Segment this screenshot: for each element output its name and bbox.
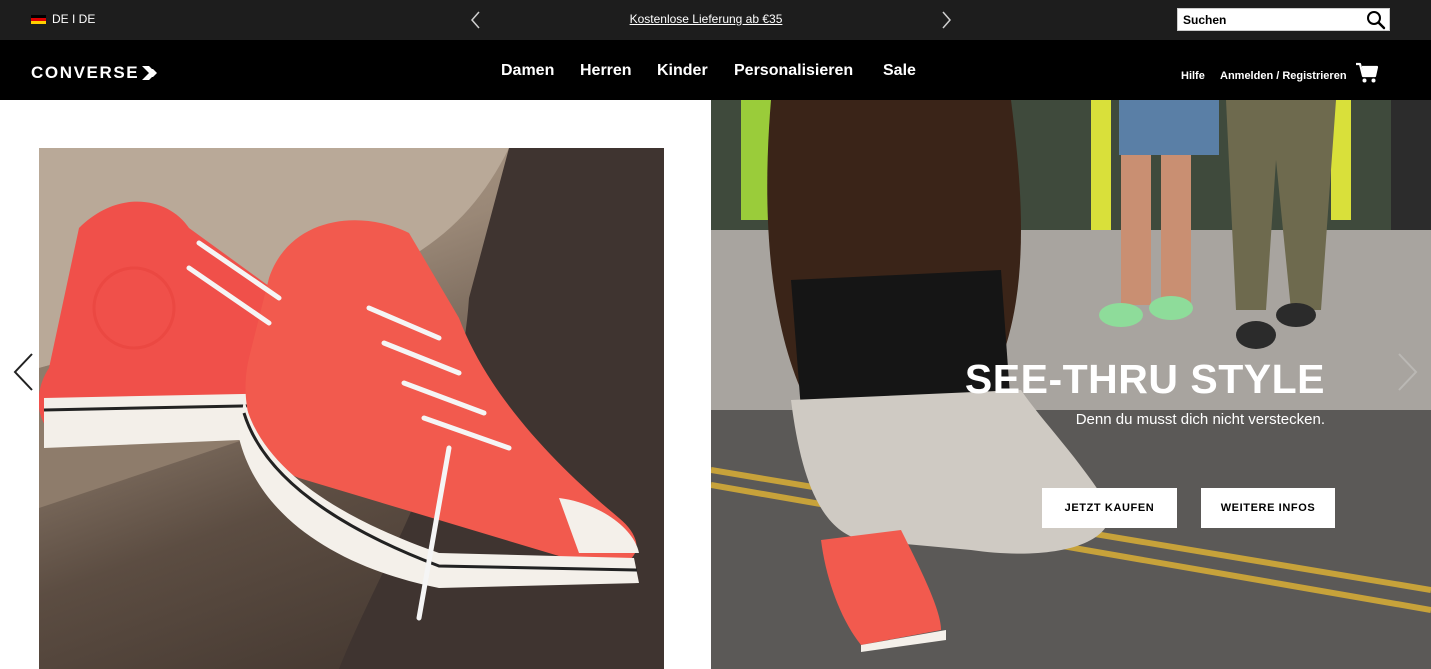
promo-bar: DE I DE Kostenlose Lieferung ab €35	[0, 0, 1431, 40]
search-icon[interactable]	[1366, 10, 1386, 30]
locale-selector[interactable]: DE I DE	[31, 12, 95, 26]
chevron-left-icon[interactable]	[466, 8, 486, 32]
converse-logo[interactable]: CONVERSE	[31, 63, 160, 83]
cart-icon[interactable]	[1355, 62, 1379, 84]
shop-now-button[interactable]: JETZT KAUFEN	[1042, 488, 1177, 528]
main-header: CONVERSE Damen Herren Kinder Personalisi…	[0, 40, 1431, 100]
chevron-right-icon[interactable]	[936, 8, 956, 32]
locale-label: DE I DE	[52, 12, 96, 26]
promo-link[interactable]: Kostenlose Lieferung ab €35	[560, 12, 852, 26]
hero-headline: SEE-THRU STYLE	[964, 356, 1325, 402]
search-box	[1177, 8, 1390, 31]
nav-item-kinder[interactable]: Kinder	[657, 62, 708, 80]
help-link[interactable]: Hilfe	[1181, 70, 1205, 82]
brand-name: CONVERSE	[31, 63, 140, 82]
login-register-link[interactable]: Anmelden / Registrieren	[1220, 70, 1347, 82]
nav-item-personalisieren[interactable]: Personalisieren	[734, 62, 853, 80]
nav-item-sale[interactable]: Sale	[883, 62, 916, 80]
more-info-button[interactable]: WEITERE INFOS	[1201, 488, 1335, 528]
nav-item-herren[interactable]: Herren	[580, 62, 632, 80]
converse-arrow-icon	[142, 66, 158, 80]
germany-flag-icon	[31, 14, 46, 24]
chevron-right-icon[interactable]	[1393, 350, 1421, 394]
sneakers-illustration	[39, 148, 664, 669]
hero-banner[interactable]: SEE-THRU STYLE Denn du musst dich nicht …	[711, 100, 1431, 669]
chevron-left-icon[interactable]	[10, 350, 38, 394]
search-input[interactable]	[1178, 9, 1358, 30]
hero-carousel: SEE-THRU STYLE Denn du musst dich nicht …	[0, 100, 1431, 669]
nav-item-damen[interactable]: Damen	[501, 62, 554, 80]
hero-subline: Denn du musst dich nicht verstecken.	[1075, 411, 1325, 428]
product-image[interactable]	[39, 148, 664, 669]
